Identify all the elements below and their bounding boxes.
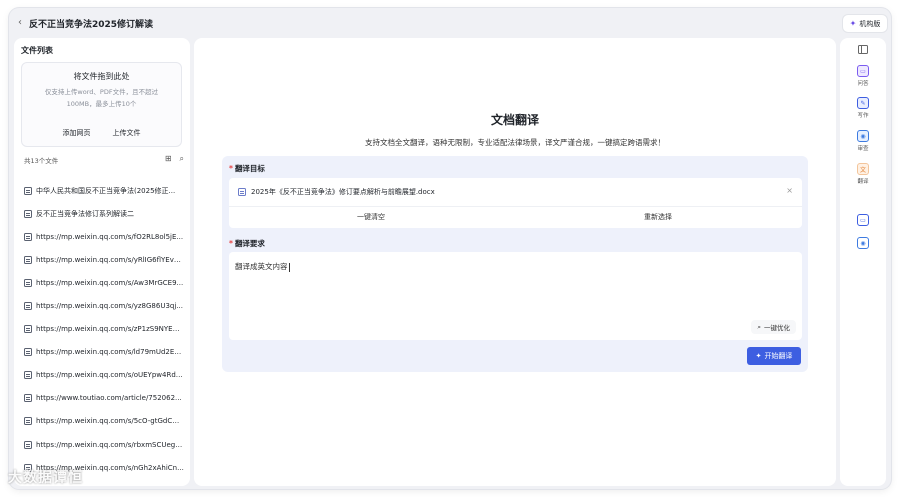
file-item[interactable]: 反不正当竞争法修订系列解读二	[24, 202, 184, 225]
file-count: 共13个文件	[24, 157, 59, 165]
rail-label: 翻译	[857, 179, 869, 185]
file-icon	[24, 302, 32, 311]
chat-icon: ▭	[857, 65, 869, 77]
upload-file-button[interactable]: 上传文件	[109, 126, 145, 140]
top-bar: ‹ 反不正当竞争法2025修订解读 ✦ 机构版	[9, 8, 891, 38]
file-item[interactable]: https://mp.weixin.qq.com/s/oUEYpw4Rdz...	[24, 364, 184, 387]
requirement-text: 翻译成英文内容	[235, 262, 288, 271]
required-mark: *	[229, 239, 233, 248]
selected-file-name: 2025年《反不正当竞争法》修订要点解析与前瞻展望.docx	[251, 188, 435, 196]
file-item[interactable]: https://mp.weixin.qq.com/s/5cO-gtGdCQ...	[24, 410, 184, 433]
file-icon	[24, 255, 32, 264]
rail-item-translate[interactable]: 文 翻译	[840, 163, 886, 185]
org-edition-label: 机构版	[859, 19, 881, 28]
target-label: * 翻译目标	[229, 164, 265, 173]
right-rail: ▭ 问答 ✎ 写作 ◉ 审查 文 翻译 ▭ ◉	[840, 38, 886, 486]
start-label: 开始翻译	[764, 352, 793, 360]
file-item[interactable]: https://www.toutiao.com/article/752062..…	[24, 387, 184, 410]
main-subtitle: 支持文档全文翻译，语种无限制，专业适配法律场景，译文严谨合规，一键搞定跨语需求！	[365, 138, 665, 147]
translate-icon: 文	[857, 163, 869, 175]
file-item[interactable]: https://mp.weixin.qq.com/s/yRlIG6flYEvp.…	[24, 248, 184, 271]
divider	[229, 206, 802, 207]
user-icon: ◉	[857, 237, 869, 249]
rail-tool-2[interactable]: ◉	[840, 237, 886, 249]
main-title: 文档翻译	[490, 113, 539, 127]
add-folder-icon[interactable]: ⊞	[165, 154, 172, 164]
file-icon	[24, 325, 32, 334]
document-icon: ▭	[857, 214, 869, 226]
reselect-button[interactable]: 重新选择	[644, 212, 672, 222]
review-icon: ◉	[857, 130, 869, 142]
file-item[interactable]: https://mp.weixin.qq.com/s/zP1zS9NYEw...	[24, 318, 184, 341]
file-item[interactable]: https://mp.weixin.qq.com/s/ld79mUd2EK...	[24, 341, 184, 364]
file-list-panel: 文件列表 将文件拖到此处 仅支持上传word、PDF文件，且不超过100MB，最…	[14, 38, 190, 486]
required-mark: *	[229, 164, 233, 173]
rail-item-review[interactable]: ◉ 审查	[840, 130, 886, 152]
target-file-box: 2025年《反不正当竞争法》修订要点解析与前瞻展望.docx × 一键清空 重新…	[229, 178, 802, 228]
rail-label: 问答	[857, 81, 869, 87]
dropzone-hint: 仅支持上传word、PDF文件，且不超过100MB，最多上传10个	[44, 88, 159, 108]
clear-button[interactable]: 一键清空	[357, 212, 385, 222]
translate-form: * 翻译目标 2025年《反不正当竞争法》修订要点解析与前瞻展望.docx × 一…	[222, 156, 808, 372]
file-icon	[24, 440, 32, 449]
sidebar-toggle-icon	[858, 45, 868, 54]
watermark: 大数据谭恒	[8, 470, 83, 486]
sparkle-icon: ✦	[849, 19, 857, 28]
write-icon: ✎	[857, 97, 869, 109]
start-translate-button[interactable]: ✦ 开始翻译	[747, 347, 801, 365]
rail-label: 审查	[857, 146, 869, 152]
rail-tool-1[interactable]: ▭	[840, 214, 886, 226]
file-item[interactable]: https://mp.weixin.qq.com/s/yz8G86U3qj...	[24, 294, 184, 317]
file-list: 中华人民共和国反不正当竞争法(2025修正... 反不正当竞争法修订系列解读二 …	[24, 179, 184, 479]
text-cursor	[288, 262, 290, 272]
selected-file: 2025年《反不正当竞争法》修订要点解析与前瞻展望.docx	[238, 187, 435, 197]
file-item[interactable]: https://mp.weixin.qq.com/s/rbxmSCUeg4...	[24, 433, 184, 456]
file-icon	[24, 394, 32, 403]
rail-item-qa[interactable]: ▭ 问答	[840, 65, 886, 87]
page-title: 反不正当竞争法2025修订解读	[29, 20, 154, 30]
optimize-label: 一键优化	[764, 324, 790, 332]
optimize-button[interactable]: ⌕ 一键优化	[751, 320, 796, 334]
chevron-left-icon[interactable]: ‹	[18, 17, 22, 28]
requirement-label: * 翻译要求	[229, 239, 265, 248]
file-item[interactable]: https://mp.weixin.qq.com/s/fO2RL8ol5jE..…	[24, 225, 184, 248]
rail-item-write[interactable]: ✎ 写作	[840, 97, 886, 119]
add-web-button[interactable]: 添加网页	[59, 126, 95, 140]
app-window: ‹ 反不正当竞争法2025修订解读 ✦ 机构版 文件列表 将文件拖到此处 仅支持…	[9, 8, 891, 489]
org-edition-button[interactable]: ✦ 机构版	[843, 15, 887, 32]
file-icon	[24, 417, 32, 426]
file-icon	[24, 371, 32, 380]
file-item[interactable]: https://mp.weixin.qq.com/s/Aw3MrGCE9...	[24, 271, 184, 294]
requirement-input[interactable]: 翻译成英文内容 ⌕ 一键优化	[229, 252, 802, 340]
file-icon	[24, 209, 32, 218]
file-list-heading: 文件列表	[21, 46, 53, 55]
upload-dropzone[interactable]: 将文件拖到此处 仅支持上传word、PDF文件，且不超过100MB，最多上传10…	[21, 62, 182, 147]
translate-main: 文档翻译 支持文档全文翻译，语种无限制，专业适配法律场景，译文严谨合规，一键搞定…	[194, 38, 836, 486]
file-item[interactable]: 中华人民共和国反不正当竞争法(2025修正...	[24, 179, 184, 202]
file-icon	[24, 186, 32, 195]
doc-icon	[238, 188, 246, 196]
wand-icon: ⌕	[757, 322, 761, 331]
file-icon	[24, 348, 32, 357]
sparkle-icon: ✦	[755, 352, 762, 360]
file-icon	[24, 232, 32, 241]
toggle-panel-button[interactable]	[840, 45, 886, 54]
dropzone-title: 将文件拖到此处	[73, 72, 130, 81]
close-icon[interactable]: ×	[786, 186, 793, 195]
search-icon[interactable]: ⌕	[180, 154, 184, 164]
file-icon	[24, 278, 32, 287]
rail-label: 写作	[857, 113, 869, 119]
